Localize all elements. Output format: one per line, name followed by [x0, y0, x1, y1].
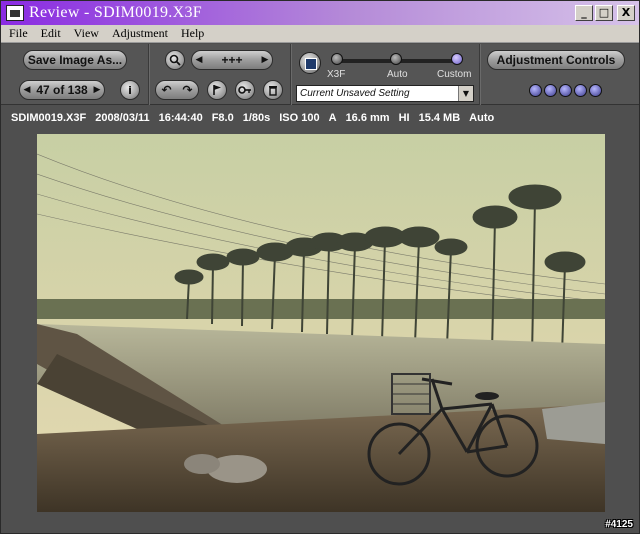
next-image-icon[interactable]: ▶	[90, 85, 104, 95]
preset-icon[interactable]	[299, 52, 321, 74]
toolbar-separator	[148, 44, 150, 105]
flag-icon	[213, 85, 221, 95]
info-iso: ISO 100	[279, 112, 320, 124]
info-date: 2008/03/11	[95, 112, 150, 124]
prev-image-icon[interactable]: ◀	[20, 85, 34, 95]
toolbar-separator	[290, 44, 292, 105]
toolbar-separator	[479, 44, 481, 105]
indicator-dot	[529, 84, 542, 97]
indicator-dot	[589, 84, 602, 97]
menu-help[interactable]: Help	[176, 26, 209, 41]
magnifier-icon	[169, 54, 181, 66]
delete-button[interactable]	[263, 80, 283, 100]
info-focal: 16.6 mm	[345, 112, 390, 124]
info-icon: i	[128, 83, 132, 97]
slider-label-x3f: X3F	[327, 69, 346, 80]
flag-button[interactable]	[207, 80, 227, 100]
menu-bar: File Edit View Adjustment Help	[1, 25, 639, 43]
rotate-control: ↶ ↷	[155, 80, 199, 100]
info-mode: A	[328, 112, 337, 124]
photo-landscape	[37, 134, 605, 512]
info-filename: SDIM0019.X3F	[11, 112, 87, 124]
adjustment-controls-button[interactable]: Adjustment Controls	[487, 50, 625, 70]
save-image-as-button[interactable]: Save Image As...	[23, 50, 127, 70]
key-icon	[238, 86, 251, 94]
indicator-dot	[544, 84, 557, 97]
image-navigator: ◀ 47 of 138 ▶	[19, 80, 105, 100]
slider-stop-custom[interactable]	[451, 53, 463, 65]
zoom-level: +++	[221, 53, 243, 67]
indicator-dot	[559, 84, 572, 97]
menu-adjustment[interactable]: Adjustment	[107, 26, 173, 41]
image-preview[interactable]	[37, 134, 605, 512]
watermark-label: #4125	[605, 519, 633, 530]
adjustment-indicator-dots	[529, 84, 602, 97]
rotate-left-icon[interactable]: ↶	[156, 83, 177, 97]
trash-icon	[269, 86, 277, 96]
window-controls: _ □ X	[575, 5, 635, 21]
app-window: Review - SDIM0019.X3F _ □ X File Edit Vi…	[0, 0, 640, 534]
minimize-button[interactable]: _	[575, 5, 593, 21]
slider-label-auto: Auto	[387, 69, 408, 80]
close-button[interactable]: X	[617, 5, 635, 21]
exif-info-bar: SDIM0019.X3F 2008/03/11 16:44:40 F8.0 1/…	[1, 106, 639, 130]
info-size: 15.4 MB	[418, 112, 461, 124]
info-time: 16:44:40	[158, 112, 203, 124]
info-button[interactable]: i	[120, 80, 140, 100]
image-counter: 47 of 138	[36, 83, 88, 97]
info-aperture: F8.0	[211, 112, 234, 124]
zoom-in-icon[interactable]: ▶	[258, 55, 272, 65]
chevron-down-icon[interactable]: ▼	[458, 86, 473, 101]
zoom-out-icon[interactable]: ◀	[192, 55, 206, 65]
lock-button[interactable]	[235, 80, 255, 100]
info-wb: Auto	[469, 112, 495, 124]
setting-dropdown[interactable]: Current Unsaved Setting ▼	[296, 85, 474, 102]
slider-stop-x3f[interactable]	[331, 53, 343, 65]
rotate-right-icon[interactable]: ↷	[177, 83, 198, 97]
zoom-control: ◀ +++ ▶	[191, 50, 273, 70]
info-shutter: 1/80s	[242, 112, 271, 124]
slider-stop-auto[interactable]	[390, 53, 402, 65]
menu-view[interactable]: View	[69, 26, 104, 41]
zoom-button[interactable]	[165, 50, 185, 70]
window-title: Review - SDIM0019.X3F	[29, 4, 202, 21]
title-bar[interactable]: Review - SDIM0019.X3F _ □ X	[1, 1, 639, 25]
setting-dropdown-value: Current Unsaved Setting	[300, 88, 410, 99]
camera-app-icon[interactable]	[6, 5, 24, 21]
menu-file[interactable]: File	[4, 26, 33, 41]
slider-label-custom: Custom	[437, 69, 472, 80]
info-quality: HI	[398, 112, 410, 124]
maximize-button[interactable]: □	[595, 5, 613, 21]
indicator-dot	[574, 84, 587, 97]
menu-edit[interactable]: Edit	[36, 26, 66, 41]
